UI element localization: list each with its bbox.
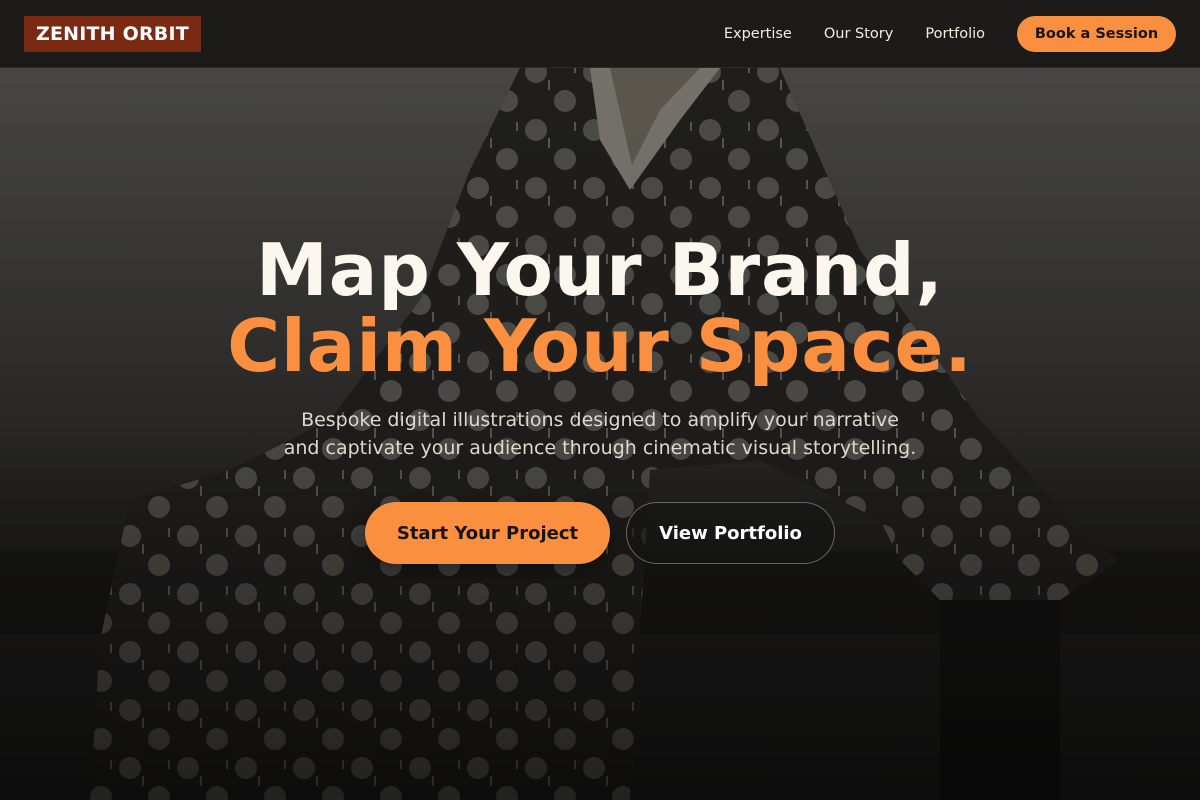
hero-cta-row: Start Your Project View Portfolio	[0, 502, 1200, 564]
nav-links: Expertise Our Story Portfolio	[724, 0, 985, 68]
view-portfolio-button[interactable]: View Portfolio	[626, 502, 835, 564]
hero-headline: Map Your Brand, Claim Your Space.	[0, 232, 1200, 384]
hero-section: Map Your Brand, Claim Your Space. Bespok…	[0, 232, 1200, 564]
start-project-button[interactable]: Start Your Project	[365, 502, 610, 564]
nav-link-expertise[interactable]: Expertise	[724, 26, 792, 42]
landing-page: ZENITH ORBIT Expertise Our Story Portfol…	[0, 0, 1200, 800]
navbar: ZENITH ORBIT Expertise Our Story Portfol…	[0, 0, 1200, 68]
nav-link-portfolio[interactable]: Portfolio	[925, 26, 985, 42]
hero-subtitle: Bespoke digital illustrations designed t…	[250, 406, 950, 462]
subtitle-line-1: Bespoke digital illustrations designed t…	[301, 409, 899, 431]
book-session-button[interactable]: Book a Session	[1017, 16, 1176, 52]
nav-link-our-story[interactable]: Our Story	[824, 26, 893, 42]
headline-line-2: Claim Your Space.	[227, 304, 973, 388]
subtitle-line-2: and captivate your audience through cine…	[283, 437, 917, 459]
headline-line-1: Map Your Brand,	[256, 228, 944, 312]
brand-logo[interactable]: ZENITH ORBIT	[24, 16, 201, 52]
